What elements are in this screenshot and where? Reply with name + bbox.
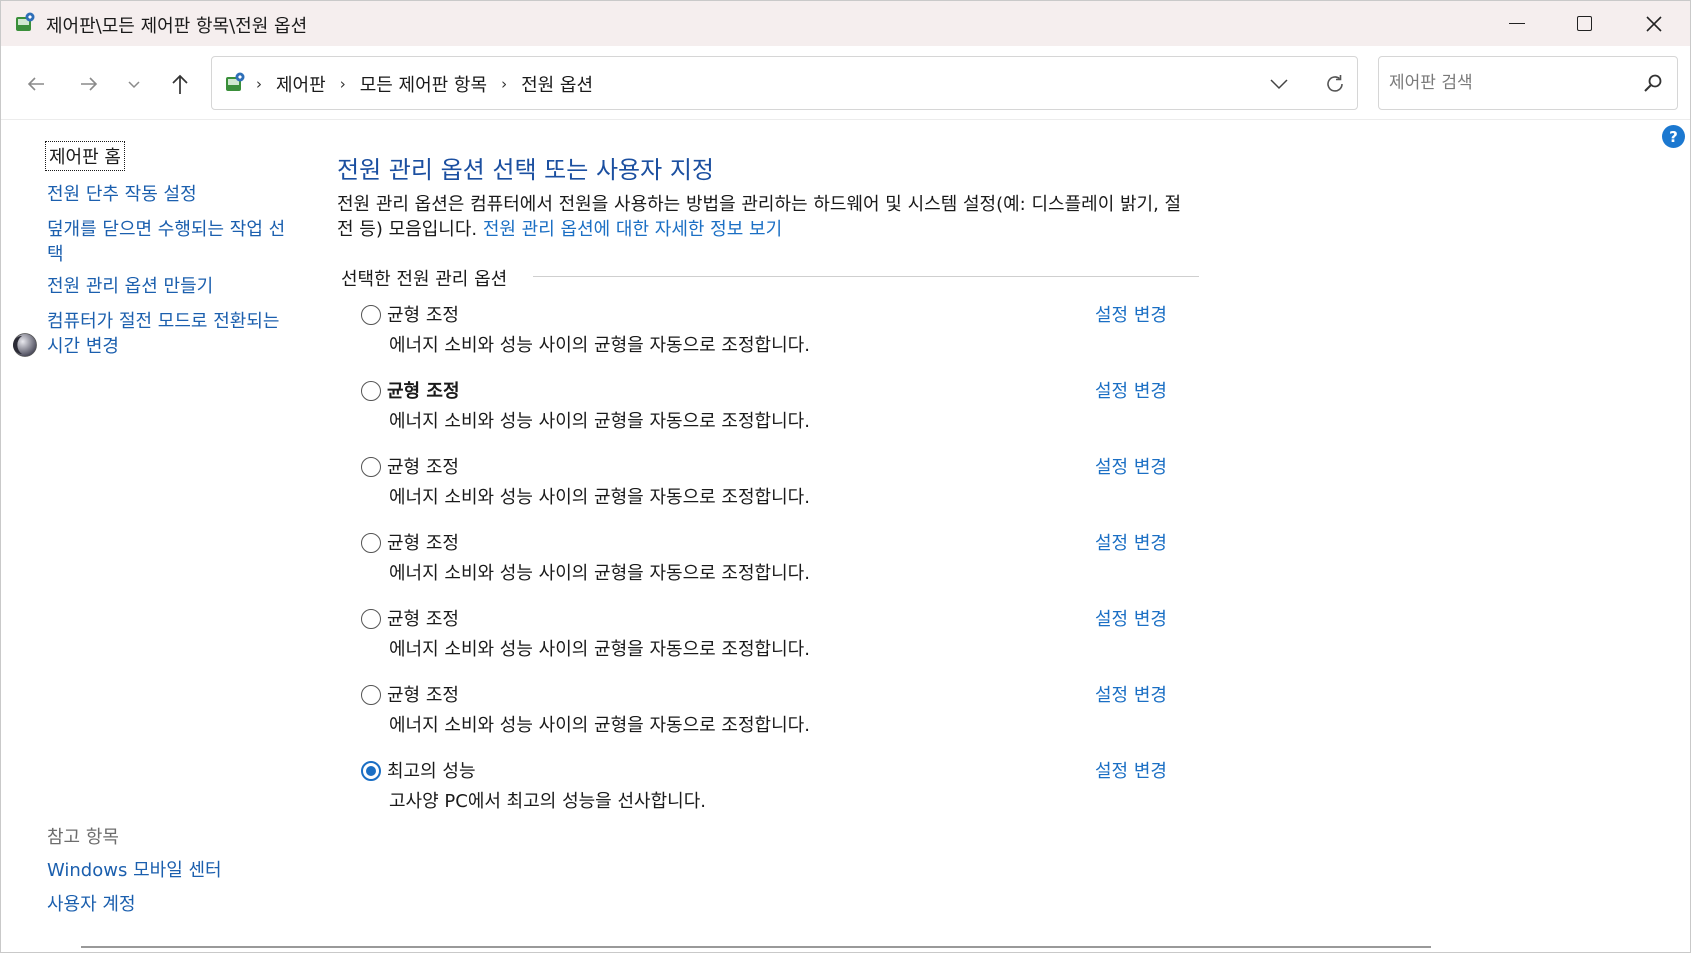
power-plan-description: 에너지 소비와 성능 사이의 균형을 자동으로 조정합니다. <box>389 335 810 356</box>
chevron-down-icon <box>1270 79 1288 90</box>
breadcrumb: › 제어판 › 모든 제어판 항목 › 전원 옵션 <box>256 71 593 97</box>
plans-group-label: 선택한 전원 관리 옵션 <box>341 265 518 291</box>
power-plan-description: 에너지 소비와 성능 사이의 균형을 자동으로 조정합니다. <box>389 715 810 736</box>
power-plan-radio[interactable] <box>361 381 381 401</box>
chevron-right-icon[interactable]: › <box>501 75 507 93</box>
close-button[interactable] <box>1619 1 1689 46</box>
refresh-button[interactable] <box>1320 69 1350 99</box>
minimize-icon <box>1509 22 1525 25</box>
power-plan-name[interactable]: 균형 조정 <box>387 681 459 707</box>
change-plan-settings-link[interactable]: 설정 변경 <box>1095 757 1167 783</box>
task-lid-close-action[interactable]: 덮개를 닫으면 수행되는 작업 선택 <box>47 217 297 267</box>
back-button[interactable] <box>16 64 56 104</box>
control-panel-icon <box>16 12 35 31</box>
power-plan-radio[interactable] <box>361 533 381 553</box>
power-plan-row: 균형 조정에너지 소비와 성능 사이의 균형을 자동으로 조정합니다. 설정 변경 <box>361 453 1181 523</box>
task-sleep-timing[interactable]: 컴퓨터가 절전 모드로 전환되는 시간 변경 <box>47 309 297 359</box>
horizontal-scrollbar[interactable] <box>81 946 1431 948</box>
chevron-right-icon[interactable]: › <box>340 75 346 93</box>
control-panel-window: 제어판\모든 제어판 항목\전원 옵션 › 제어판 › 모든 제어판 항목 › … <box>0 0 1691 953</box>
power-plan-radio[interactable] <box>361 457 381 477</box>
address-bar[interactable]: › 제어판 › 모든 제어판 항목 › 전원 옵션 <box>211 56 1358 110</box>
change-plan-settings-link[interactable]: 설정 변경 <box>1095 605 1167 631</box>
search-input[interactable] <box>1389 69 1629 97</box>
maximize-icon <box>1576 16 1592 31</box>
power-plan-row: 균형 조정에너지 소비와 성능 사이의 균형을 자동으로 조정합니다. 설정 변경 <box>361 605 1181 675</box>
arrow-left-icon <box>27 77 44 91</box>
help-button[interactable]: ? <box>1662 125 1685 148</box>
power-plan-description: 에너지 소비와 성능 사이의 균형을 자동으로 조정합니다. <box>389 411 810 432</box>
more-info-link[interactable]: 전원 관리 옵션에 대한 자세한 정보 보기 <box>483 219 782 240</box>
power-plan-radio[interactable] <box>361 685 381 705</box>
refresh-icon <box>1327 75 1343 92</box>
minimize-button[interactable] <box>1482 1 1552 46</box>
title-bar: 제어판\모든 제어판 항목\전원 옵션 <box>1 1 1690 46</box>
navigation-bar: › 제어판 › 모든 제어판 항목 › 전원 옵션 <box>1 46 1690 120</box>
power-plan-description: 에너지 소비와 성능 사이의 균형을 자동으로 조정합니다. <box>389 563 810 584</box>
power-plan-name[interactable]: 균형 조정 <box>387 453 459 479</box>
power-plan-name[interactable]: 균형 조정 <box>387 529 459 555</box>
help-icon: ? <box>1669 127 1678 146</box>
arrow-up-icon <box>172 74 188 94</box>
page-title: 전원 관리 옵션 선택 또는 사용자 지정 <box>337 156 714 184</box>
recent-locations-button[interactable] <box>114 64 154 104</box>
power-plan-radio[interactable] <box>361 305 381 325</box>
power-plan-name[interactable]: 균형 조정 <box>387 377 460 403</box>
breadcrumb-item-control-panel[interactable]: 제어판 <box>276 71 326 97</box>
power-plan-row: 균형 조정에너지 소비와 성능 사이의 균형을 자동으로 조정합니다. 설정 변경 <box>361 529 1181 599</box>
chevron-down-icon <box>128 81 140 89</box>
breadcrumb-item-power-options[interactable]: 전원 옵션 <box>521 71 593 97</box>
page-description: 전원 관리 옵션은 컴퓨터에서 전원을 사용하는 방법을 관리하는 하드웨어 및… <box>337 192 1197 242</box>
power-plan-description: 에너지 소비와 성능 사이의 균형을 자동으로 조정합니다. <box>389 487 810 508</box>
moon-icon <box>13 333 37 357</box>
breadcrumb-item-all-items[interactable]: 모든 제어판 항목 <box>360 71 487 97</box>
see-also-heading: 참고 항목 <box>47 827 119 848</box>
task-create-power-plan[interactable]: 전원 관리 옵션 만들기 <box>47 274 297 299</box>
power-plan-radio[interactable] <box>361 761 381 781</box>
change-plan-settings-link[interactable]: 설정 변경 <box>1095 377 1167 403</box>
close-icon <box>1646 15 1662 32</box>
power-plan-row: 균형 조정에너지 소비와 성능 사이의 균형을 자동으로 조정합니다. 설정 변경 <box>361 681 1181 751</box>
control-panel-home-link[interactable]: 제어판 홈 <box>45 141 125 171</box>
address-history-button[interactable] <box>1265 71 1293 97</box>
change-plan-settings-link[interactable]: 설정 변경 <box>1095 301 1167 327</box>
search-box[interactable] <box>1378 56 1678 110</box>
power-plan-name[interactable]: 균형 조정 <box>387 605 459 631</box>
power-plan-row: 균형 조정에너지 소비와 성능 사이의 균형을 자동으로 조정합니다. 설정 변경 <box>361 377 1181 447</box>
power-plan-description: 고사양 PC에서 최고의 성능을 선사합니다. <box>389 791 706 812</box>
forward-button[interactable] <box>69 64 109 104</box>
chevron-right-icon: › <box>256 75 262 93</box>
change-plan-settings-link[interactable]: 설정 변경 <box>1095 529 1167 555</box>
change-plan-settings-link[interactable]: 설정 변경 <box>1095 453 1167 479</box>
power-plan-radio[interactable] <box>361 609 381 629</box>
power-plan-description: 에너지 소비와 성능 사이의 균형을 자동으로 조정합니다. <box>389 639 810 660</box>
window-title: 제어판\모든 제어판 항목\전원 옵션 <box>46 16 308 37</box>
up-button[interactable] <box>160 64 200 104</box>
power-plan-row: 최고의 성능고사양 PC에서 최고의 성능을 선사합니다. 설정 변경 <box>361 757 1181 827</box>
change-plan-settings-link[interactable]: 설정 변경 <box>1095 681 1167 707</box>
see-also-windows-mobility-center[interactable]: Windows 모바일 센터 <box>47 858 297 883</box>
power-plan-name[interactable]: 최고의 성능 <box>387 757 476 783</box>
maximize-button[interactable] <box>1549 1 1619 46</box>
control-panel-icon <box>226 72 245 91</box>
power-plan-row: 균형 조정에너지 소비와 성능 사이의 균형을 자동으로 조정합니다. 설정 변경 <box>361 301 1181 371</box>
left-pane: 제어판 홈 전원 단추 작동 설정 덮개를 닫으면 수행되는 작업 선택 전원 … <box>1 121 331 952</box>
group-divider <box>533 276 1199 277</box>
power-plan-name[interactable]: 균형 조정 <box>387 301 459 327</box>
task-power-button-settings[interactable]: 전원 단추 작동 설정 <box>47 182 297 207</box>
search-icon[interactable] <box>1641 72 1665 96</box>
see-also-user-accounts[interactable]: 사용자 계정 <box>47 892 297 917</box>
arrow-right-icon <box>81 77 98 91</box>
